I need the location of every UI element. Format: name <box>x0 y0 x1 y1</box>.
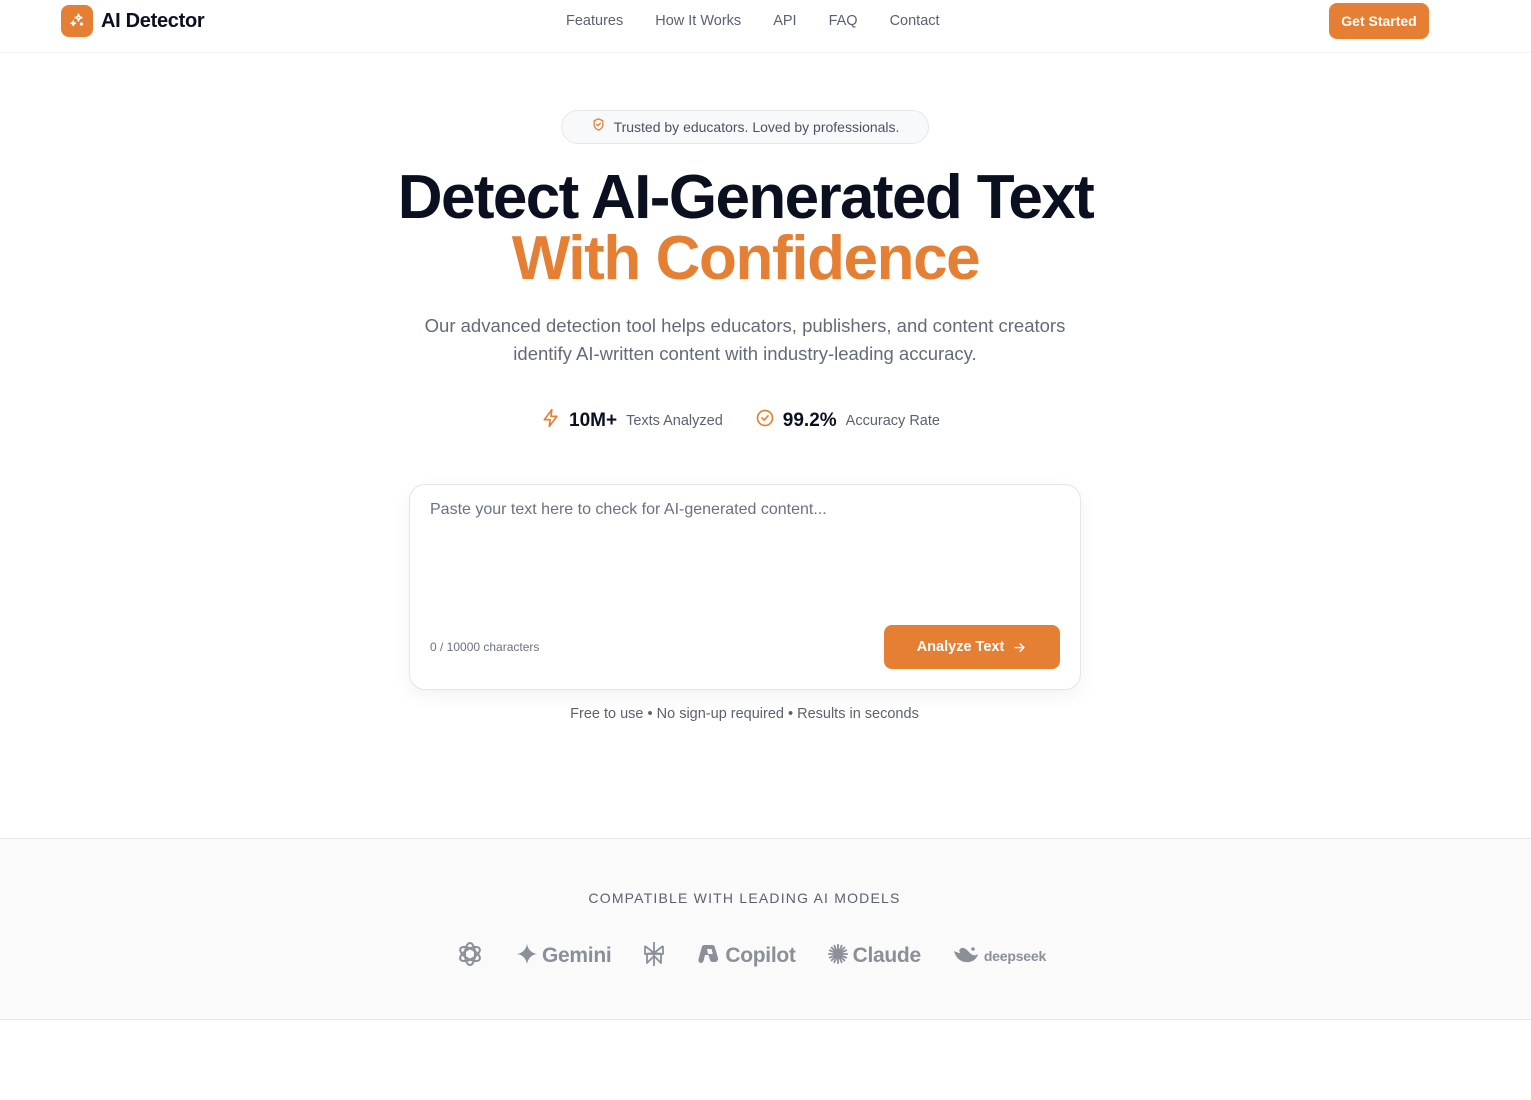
nav-link-how-it-works[interactable]: How It Works <box>655 11 741 31</box>
hero-subtitle: Our advanced detection tool helps educat… <box>424 315 1066 364</box>
openai-logo <box>455 939 485 974</box>
deepseek-icon <box>952 943 980 970</box>
stat-accuracy-rate: 99.2% Accuracy Rate <box>755 408 940 433</box>
logo-name: Claude <box>852 944 922 967</box>
character-count: 0 / 10000 characters <box>430 640 540 654</box>
gemini-logo: Gemini <box>516 943 612 970</box>
logo-name: Gemini <box>542 944 612 967</box>
deepseek-logo: deepseek <box>952 943 1046 970</box>
nav-link-api[interactable]: API <box>773 11 796 31</box>
claude-logo: Claude <box>827 943 921 970</box>
badge-text: Trusted by educators. Loved by professio… <box>613 119 900 135</box>
nav-link-contact[interactable]: Contact <box>890 11 940 31</box>
brand-name: AI Detector <box>101 9 205 32</box>
get-started-button[interactable]: Get Started <box>1329 3 1429 39</box>
model-logos: Gemini Copilot Claude deepseek <box>455 940 1046 972</box>
trust-badge: Trusted by educators. Loved by professio… <box>561 110 929 144</box>
claude-icon <box>827 943 849 970</box>
arrow-right-icon <box>1012 640 1027 655</box>
stat-value: 10M+ <box>569 409 618 431</box>
logo-name: Copilot <box>725 944 796 967</box>
main-nav: Features How It Works API FAQ Contact <box>566 11 940 31</box>
site-header: AI Detector Features How It Works API FA… <box>0 0 1531 53</box>
brand[interactable]: AI Detector <box>61 5 205 37</box>
analyzer-card: 0 / 10000 characters Analyze Text <box>409 484 1081 690</box>
stat-texts-analyzed: 10M+ Texts Analyzed <box>541 408 723 433</box>
openai-icon <box>455 939 485 974</box>
hero-title-accent: With Confidence <box>511 224 981 293</box>
nav-link-features[interactable]: Features <box>566 11 623 31</box>
stat-label: Accuracy Rate <box>845 412 940 429</box>
check-circle-icon <box>755 408 775 433</box>
stat-label: Texts Analyzed <box>626 412 723 429</box>
text-input[interactable] <box>430 501 1060 611</box>
stats-row: 10M+ Texts Analyzed 99.2% Accuracy Rate <box>541 408 940 433</box>
stat-value: 99.2% <box>782 409 837 431</box>
gemini-icon <box>516 943 538 970</box>
nav-link-faq[interactable]: FAQ <box>829 11 858 31</box>
lightning-icon <box>541 408 561 433</box>
perplexity-logo <box>642 940 666 973</box>
sparkles-icon <box>61 5 93 37</box>
perplexity-icon <box>642 940 666 973</box>
analyze-button-label: Analyze Text <box>916 639 1005 655</box>
copilot-icon <box>697 942 721 971</box>
compatible-models-section: COMPATIBLE WITH LEADING AI MODELS Gemini <box>0 838 1531 1020</box>
logo-name: deepseek <box>983 948 1047 964</box>
shield-check-icon <box>591 117 606 137</box>
section-title: COMPATIBLE WITH LEADING AI MODELS <box>588 890 901 906</box>
copilot-logo: Copilot <box>697 942 796 971</box>
analyzer-footnote: Free to use • No sign-up required • Resu… <box>570 706 919 722</box>
analyze-text-button[interactable]: Analyze Text <box>884 625 1060 669</box>
